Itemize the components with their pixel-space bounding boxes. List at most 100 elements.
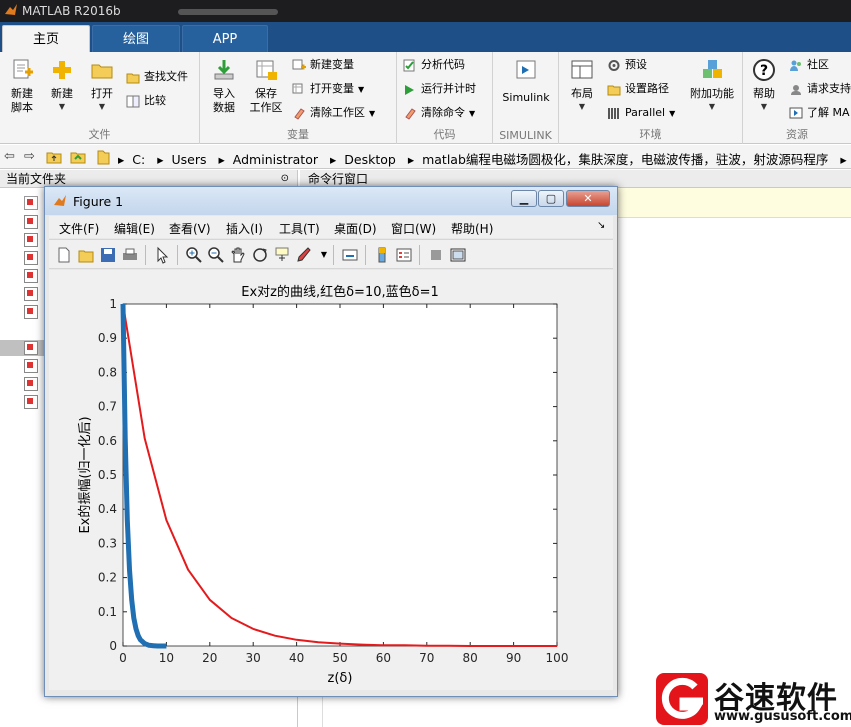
menu-desktop[interactable]: 桌面(D) xyxy=(334,220,377,237)
ribbon-group-simulink: Simulink SIMULINK xyxy=(493,52,559,144)
zoom-in-icon[interactable] xyxy=(185,246,203,264)
brush-icon[interactable] xyxy=(295,246,313,264)
open-file-icon[interactable] xyxy=(77,246,95,264)
chevron-down-icon: ▼ xyxy=(369,109,376,118)
breadcrumb-desktop[interactable]: Desktop xyxy=(344,152,396,167)
chart-svg[interactable]: 0 10 20 30 40 50 60 70 80 90 100 0 0.1 0.2 0.3 0.4 0.5 0.… xyxy=(49,270,613,690)
menu-window[interactable]: 窗口(W) xyxy=(391,220,436,237)
menu-view[interactable]: 查看(V) xyxy=(169,220,211,237)
import-data-button[interactable]: 导入 数据 xyxy=(206,58,242,115)
menu-help[interactable]: 帮助(H) xyxy=(451,220,493,237)
request-support-button[interactable]: 请求支持 xyxy=(789,80,851,98)
select-pointer-icon[interactable] xyxy=(153,246,171,264)
ribbon-tab-strip: 主页 绘图 APP xyxy=(0,22,851,52)
file-list-item[interactable] xyxy=(24,305,38,319)
y-tick-label: 0.3 xyxy=(98,536,117,550)
dock-arrow-icon[interactable]: ↘ xyxy=(597,220,605,231)
menu-insert[interactable]: 插入(I) xyxy=(226,220,263,237)
file-list-item[interactable] xyxy=(24,251,38,265)
minimize-button[interactable]: ▁ xyxy=(511,190,537,207)
y-tick-label: 0.7 xyxy=(98,400,117,414)
x-axis-label: z(δ) xyxy=(328,671,353,686)
file-list-item[interactable] xyxy=(24,233,38,247)
file-list-item[interactable] xyxy=(24,395,38,409)
x-tick-label: 50 xyxy=(332,651,347,665)
watermark-url: www.gususoft.com xyxy=(714,709,851,724)
chevron-down-icon: ▼ xyxy=(358,85,365,94)
up-folder-icon[interactable] xyxy=(46,150,62,164)
addons-icon xyxy=(703,60,722,78)
learn-matlab-button[interactable]: 了解 MA xyxy=(789,104,850,122)
x-tick-label: 100 xyxy=(546,651,569,665)
print-icon[interactable] xyxy=(121,246,139,264)
new-variable-button[interactable]: 新建变量 xyxy=(292,56,354,74)
menu-edit[interactable]: 编辑(E) xyxy=(114,220,155,237)
maximize-button[interactable]: ▢ xyxy=(538,190,564,207)
plus-icon xyxy=(53,61,71,79)
show-plot-tools-icon[interactable] xyxy=(449,246,467,264)
legend-icon[interactable] xyxy=(395,246,413,264)
new-script-button[interactable]: 新建 脚本 xyxy=(4,58,40,115)
figure-titlebar[interactable]: Figure 1 ▁ ▢ ✕ xyxy=(45,187,617,215)
colorbar-icon[interactable] xyxy=(373,246,391,264)
rotate-3d-icon[interactable] xyxy=(251,246,269,264)
zoom-out-icon[interactable] xyxy=(207,246,225,264)
group-label-simulink: SIMULINK xyxy=(499,129,552,142)
set-path-button[interactable]: 设置路径 xyxy=(607,80,669,98)
close-button[interactable]: ✕ xyxy=(566,190,610,207)
save-workspace-button[interactable]: 保存 工作区 xyxy=(246,58,286,115)
new-button[interactable]: 新建 ▼ xyxy=(44,58,80,111)
tab-plots[interactable]: 绘图 xyxy=(92,25,180,52)
folder-list-item[interactable] xyxy=(24,196,38,210)
file-list-item[interactable] xyxy=(24,287,38,301)
menu-tools[interactable]: 工具(T) xyxy=(279,220,320,237)
file-list-item[interactable] xyxy=(24,377,38,391)
breadcrumb-administrator[interactable]: Administrator xyxy=(233,152,318,167)
help-button[interactable]: ? 帮助 ▼ xyxy=(747,58,781,111)
figure-window: Figure 1 ▁ ▢ ✕ 文件(F) 编辑(E) 查看(V) 插入(I) 工… xyxy=(44,186,618,697)
help-icon: ? xyxy=(753,59,775,81)
clear-workspace-button[interactable]: 清除工作区 ▼ xyxy=(292,104,375,122)
new-figure-icon[interactable] xyxy=(55,246,73,264)
open-button[interactable]: 打开 ▼ xyxy=(84,58,120,111)
browse-folder-icon[interactable] xyxy=(70,150,86,164)
hide-plot-tools-icon[interactable] xyxy=(427,246,445,264)
open-variable-button[interactable]: 打开变量 ▼ xyxy=(292,80,364,98)
menu-file[interactable]: 文件(F) xyxy=(59,220,99,237)
toolbar-separator xyxy=(177,245,178,265)
group-label-file: 文件 xyxy=(88,128,111,141)
breadcrumb-users[interactable]: Users xyxy=(172,152,207,167)
back-arrow-icon[interactable]: ⇦ xyxy=(4,149,15,164)
plot-area: 0 10 20 30 40 50 60 70 80 90 100 0 0.1 0.2 0.3 0.4 0.5 0.… xyxy=(49,270,613,690)
data-cursor-icon[interactable] xyxy=(273,246,291,264)
x-tick-label: 20 xyxy=(202,651,217,665)
preferences-button[interactable]: 预设 xyxy=(607,56,647,74)
link-plot-icon[interactable] xyxy=(341,246,359,264)
file-list-item[interactable] xyxy=(24,359,38,373)
forward-arrow-icon[interactable]: ⇨ xyxy=(24,149,35,164)
community-button[interactable]: 社区 xyxy=(789,56,829,74)
matlab-logo-icon xyxy=(5,4,17,15)
file-list-item[interactable] xyxy=(24,269,38,283)
analyze-code-button[interactable]: 分析代码 xyxy=(403,56,465,74)
addons-button[interactable]: 附加功能 ▼ xyxy=(687,58,737,111)
save-icon[interactable] xyxy=(99,246,117,264)
compare-button[interactable]: 比较 xyxy=(126,92,166,110)
y-tick-label: 0.4 xyxy=(98,502,117,516)
tab-apps[interactable]: APP xyxy=(182,25,268,52)
parallel-button[interactable]: Parallel ▼ xyxy=(607,104,675,122)
file-list-item[interactable] xyxy=(24,215,38,229)
run-and-time-button[interactable]: 运行并计时 xyxy=(403,80,476,98)
breadcrumb-c-drive[interactable]: C: xyxy=(132,152,145,167)
tab-home[interactable]: 主页 xyxy=(2,25,90,52)
simulink-button[interactable]: Simulink xyxy=(499,58,553,105)
y-tick-label: 0.8 xyxy=(98,365,117,379)
pan-hand-icon[interactable] xyxy=(229,246,247,264)
clear-commands-button[interactable]: 清除命令 ▼ xyxy=(403,104,475,122)
simulink-icon xyxy=(516,60,536,79)
find-files-button[interactable]: 查找文件 xyxy=(126,68,188,86)
layout-button[interactable]: 布局 ▼ xyxy=(563,58,601,111)
breadcrumb-project-folder[interactable]: matlab编程电磁场圆极化，集肤深度，电磁波传播，驻波，射波源码程序 xyxy=(422,152,828,167)
file-list-item[interactable] xyxy=(24,341,38,355)
chevron-down-icon[interactable]: ▼ xyxy=(315,246,333,264)
